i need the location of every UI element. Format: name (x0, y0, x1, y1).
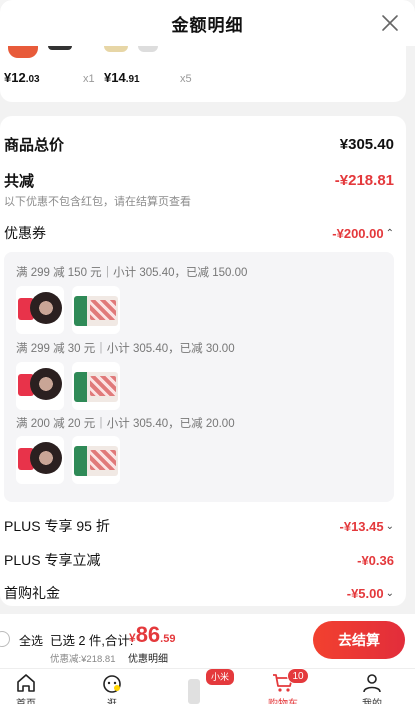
product-thumb[interactable] (72, 286, 120, 334)
price-integer: ¥12 (4, 70, 26, 85)
product-thumb[interactable] (16, 362, 64, 410)
total-currency: ¥ (129, 631, 136, 645)
coupon-label: 优惠券 (4, 225, 46, 241)
product-thumb[interactable] (16, 286, 64, 334)
plus95-label: PLUS 专享 95 折 (4, 518, 110, 534)
product-thumb[interactable] (16, 436, 64, 484)
coupon-detail-box: 满 299 减 150 元｜小计 305.40，已减 150.00 满 299 … (4, 252, 394, 502)
goods-total-label: 商品总价 (4, 137, 65, 154)
sheet-header: 金额明细 (0, 0, 415, 46)
close-icon[interactable] (379, 12, 401, 34)
plus95-value-wrap: -¥13.45 ⌄ (340, 519, 394, 534)
goods-total-row: 商品总价 ¥305.40 (4, 134, 394, 155)
price-decimal: .03 (25, 74, 40, 85)
promo-tag[interactable]: 小米 (206, 669, 235, 685)
tab-label: 逛 (82, 695, 142, 704)
tab-label: 我的 (342, 695, 402, 704)
coupon-rule: 满 200 减 20 元｜小计 305.40，已减 20.00 (16, 418, 235, 430)
product-thumb[interactable] (104, 46, 128, 52)
coupon-products (16, 436, 120, 484)
product-qty: x5 (180, 73, 192, 85)
first-gift-value: -¥5.00 (346, 585, 384, 601)
selected-info: 已选 2 件,合计: (50, 634, 134, 648)
coupon-products (16, 286, 120, 334)
user-icon (363, 674, 381, 693)
plus-cut-value: -¥0.36 (357, 552, 394, 568)
coupon-rule: 满 299 减 150 元｜小计 305.40，已减 150.00 (16, 267, 248, 279)
first-gift-label: 首购礼金 (4, 585, 60, 601)
promo-product-image[interactable] (188, 679, 200, 704)
select-all-label[interactable]: 全选 (19, 632, 43, 649)
price-decimal: .91 (125, 74, 140, 85)
cart-badge: 10 (287, 668, 309, 684)
chevron-down-icon[interactable]: ⌄ (386, 588, 394, 599)
tab-label: 购物车 (253, 695, 313, 704)
first-gift-row[interactable]: 首购礼金 -¥5.00 ⌄ (4, 583, 394, 603)
total-discount-label: 共减 (4, 173, 35, 190)
tab-browse[interactable]: 逛 (82, 671, 142, 704)
amount-detail-sheet: 金额明细 ¥12.03 x1 ¥14.91 x5 商品总价 ¥305.40 共减… (0, 0, 415, 704)
plus-cut-label: PLUS 专享立减 (4, 552, 101, 568)
plus95-row[interactable]: PLUS 专享 95 折 -¥13.45 ⌄ (4, 516, 394, 536)
coupon-products (16, 362, 120, 410)
checkout-button[interactable]: 去结算 (313, 621, 405, 659)
product-thumb[interactable] (138, 46, 158, 52)
tab-home[interactable]: 首页 (0, 671, 56, 704)
chevron-down-icon[interactable]: ⌄ (386, 521, 394, 532)
amount-summary-card: 商品总价 ¥305.40 共减 -¥218.81 以下优惠不包含红包，请在结算页… (0, 116, 406, 606)
checkout-bar: 全选 已选 2 件,合计: ¥ 86 .59 优惠减:¥218.81 优惠明细 … (0, 614, 415, 668)
first-gift-value-wrap: -¥5.00 ⌄ (347, 586, 394, 601)
coupon-row[interactable]: 优惠券 -¥200.00 ⌃ (4, 223, 394, 243)
price-integer: ¥14 (104, 70, 126, 85)
coupon-value: -¥200.00 (332, 225, 384, 241)
discount-summary: 优惠减:¥218.81 (50, 654, 116, 665)
goods-total-value: ¥305.40 (339, 136, 394, 153)
discount-note: 以下优惠不包含红包，请在结算页查看 (4, 196, 191, 208)
total-integer: 86 (135, 622, 161, 647)
total-price: ¥ 86 .59 (129, 622, 175, 648)
product-strip: ¥12.03 x1 ¥14.91 x5 (0, 38, 406, 102)
coupon-rule: 满 299 减 30 元｜小计 305.40，已减 30.00 (16, 343, 235, 355)
product-price: ¥12.03 (4, 70, 40, 85)
product-thumb[interactable] (72, 362, 120, 410)
browse-face-icon (103, 675, 121, 693)
discount-detail-link[interactable]: 优惠明细 (128, 650, 168, 665)
total-discount-value: -¥218.81 (334, 172, 394, 189)
product-thumb[interactable] (72, 436, 120, 484)
plus95-value: -¥13.45 (339, 518, 384, 534)
tab-mine[interactable]: 我的 (342, 671, 402, 704)
product-thumb[interactable] (48, 46, 72, 50)
coupon-value-wrap: -¥200.00 ⌃ (332, 226, 394, 241)
select-all-radio[interactable] (0, 631, 10, 647)
tab-cart[interactable]: 10 购物车 (253, 668, 313, 704)
total-discount-row: 共减 -¥218.81 (4, 170, 394, 191)
plus-cut-row: PLUS 专享立减 -¥0.36 (4, 550, 394, 570)
product-price: ¥14.91 (104, 70, 140, 85)
chevron-up-icon[interactable]: ⌃ (386, 228, 394, 239)
tab-label: 首页 (0, 695, 56, 704)
home-icon (17, 674, 35, 692)
product-qty: x1 (83, 73, 95, 85)
sheet-title: 金额明细 (171, 15, 244, 35)
total-decimal: .59 (160, 633, 176, 645)
